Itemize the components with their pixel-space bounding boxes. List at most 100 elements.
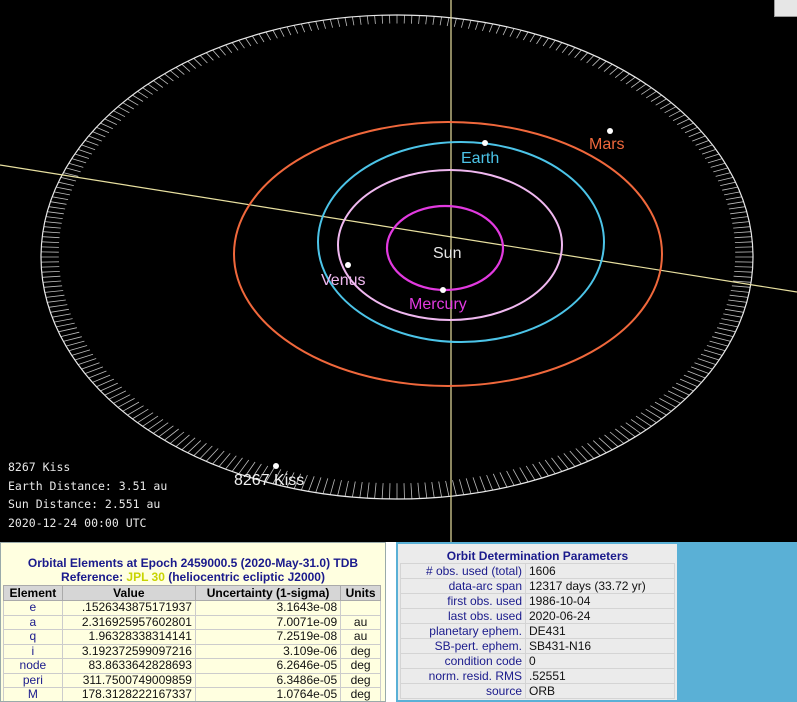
orbit-hatch-mark: [272, 30, 278, 39]
orbit-hatch-mark: [411, 15, 413, 24]
orbit-hatch-mark: [63, 336, 82, 342]
orbit-hatch-mark: [366, 482, 370, 499]
orbit-hatch-mark: [683, 374, 702, 383]
orbit-hatch-mark: [724, 191, 740, 196]
asteroid-marker[interactable]: [273, 463, 279, 469]
orbit-hatch-mark: [704, 153, 720, 159]
orbit-hatch-mark: [688, 131, 702, 138]
orbit-hatch-mark: [359, 16, 362, 25]
element-element-cell[interactable]: i: [3, 643, 63, 659]
orbit-determination-table: # obs. used (total) 1606 data-arc span 1231…: [400, 563, 675, 699]
orbit-hatch-mark: [729, 294, 749, 298]
orbit-hatch-mark: [44, 221, 62, 224]
orbit-hatch-mark: [322, 478, 329, 494]
orbit-hatch-mark: [726, 304, 746, 308]
element-element-cell[interactable]: e: [3, 600, 63, 616]
element-element-cell[interactable]: M: [3, 687, 63, 701]
orbit-hatch-mark: [81, 144, 96, 151]
orbit-hatch-mark: [337, 18, 341, 27]
element-row: a 2.316925957602801 7.0071e-09 au: [3, 614, 381, 630]
element-value-cell: .1526343875171937: [61, 600, 196, 616]
reference-link[interactable]: JPL 30: [126, 570, 164, 584]
orbit-hatch-mark: [519, 467, 529, 483]
corner-control-button[interactable]: [774, 0, 797, 17]
param-row: # obs. used (total) 1606: [400, 563, 675, 579]
orbit-hatch-mark: [212, 49, 220, 58]
orbit-hatch-mark: [695, 140, 710, 146]
orbit-hatch-mark: [733, 275, 752, 278]
param-value-cell: ORB: [525, 683, 675, 699]
orbit-hatch-mark: [542, 37, 549, 47]
orbit-hatch-mark: [645, 90, 657, 99]
orbit-hatch-mark: [41, 241, 60, 243]
orbit-hatch-mark: [445, 480, 450, 497]
element-value-cell: 83.8633642828693: [61, 658, 196, 674]
orbit-hatch-mark: [164, 73, 174, 82]
orbit-hatch-mark: [238, 39, 245, 49]
orbit-hatch-mark: [42, 231, 61, 234]
orbit-hatch-mark: [52, 313, 71, 318]
orbit-hatch-mark: [43, 226, 61, 229]
orbit-hatch-mark: [424, 482, 428, 499]
element-element-cell[interactable]: node: [3, 658, 63, 674]
orbit-hatch-mark: [71, 349, 91, 356]
orbit-hatch-mark: [251, 35, 258, 45]
element-units-cell: deg: [340, 687, 381, 701]
orbit-hatch-mark: [56, 186, 72, 191]
orbit-hatch-mark: [68, 345, 88, 352]
param-row: source ORB: [400, 683, 675, 699]
element-element-cell[interactable]: q: [3, 629, 63, 645]
orbit-determination-panel: Orbit Determination Parameters # obs. us…: [396, 542, 679, 702]
asteroid-orbit: [40, 14, 754, 500]
asteroid-orbit-hatching: [41, 15, 753, 499]
orbit-hatch-mark: [181, 63, 191, 72]
orbit-hatch-mark: [77, 149, 93, 155]
param-row: first obs. used 1986-10-04: [400, 593, 675, 609]
element-units-cell: deg: [340, 643, 381, 659]
orbit-hatch-mark: [56, 322, 75, 328]
orbit-hatch-mark: [725, 196, 742, 200]
orbit-hatch-mark: [586, 55, 595, 64]
mars-marker[interactable]: [607, 128, 613, 134]
element-element-cell[interactable]: peri: [3, 672, 63, 688]
orbit-hatch-mark: [735, 246, 753, 248]
element-uncertainty-cell: 3.1643e-08: [194, 600, 342, 616]
param-key-cell: data-arc span: [400, 578, 526, 594]
earth-marker[interactable]: [482, 140, 488, 146]
element-element-cell[interactable]: a: [3, 614, 63, 630]
orbit-hatch-mark: [698, 144, 713, 151]
orbit-hatch-mark: [603, 63, 613, 72]
element-units-cell: deg: [340, 658, 381, 674]
orbit-hatch-mark: [732, 221, 750, 224]
param-value-cell: 1606: [525, 563, 675, 579]
orbit-hatch-mark: [403, 483, 405, 499]
param-key-cell: first obs. used: [400, 593, 526, 609]
orbit-hatch-mark: [690, 366, 710, 374]
param-row: planetary ephem. DE431: [400, 623, 675, 639]
orbit-hatch-mark: [532, 463, 543, 479]
element-row: node 83.8633642828693 6.2646e-05 deg: [3, 658, 381, 674]
col-units: Units: [340, 585, 381, 601]
orbit-hatch-mark: [727, 201, 744, 205]
orbit-hatch-mark: [538, 461, 549, 477]
orbit-hatch-mark: [322, 20, 326, 29]
venus-label: Venus: [321, 272, 365, 289]
orbit-hatch-mark: [225, 455, 237, 470]
orbit-hatch-mark: [668, 110, 681, 118]
orbit-hatch-mark: [45, 216, 63, 219]
orbit-hatch-mark: [672, 114, 686, 121]
info-earth-distance: Earth Distance: 3.51 au: [8, 478, 168, 493]
element-row: e .1526343875171937 3.1643e-08: [3, 600, 381, 616]
orbit-hatch-mark: [707, 158, 723, 164]
orbit-viewer[interactable]: Sun Earth Mars Venus Mercury 8267 Kiss 8…: [0, 0, 797, 542]
orbit-hatch-mark: [41, 271, 60, 273]
orbit-hatch-mark: [58, 181, 74, 186]
venus-marker[interactable]: [345, 262, 351, 268]
orbit-hatch-mark: [96, 378, 115, 388]
info-date: 2020-12-24 00:00 UTC: [8, 515, 147, 530]
element-uncertainty-cell: 7.2519e-08: [194, 629, 342, 645]
orbit-hatch-mark: [715, 172, 731, 177]
mercury-marker[interactable]: [440, 287, 446, 293]
orbit-hatch-mark: [417, 482, 420, 499]
orbit-hatch-mark: [187, 60, 196, 69]
